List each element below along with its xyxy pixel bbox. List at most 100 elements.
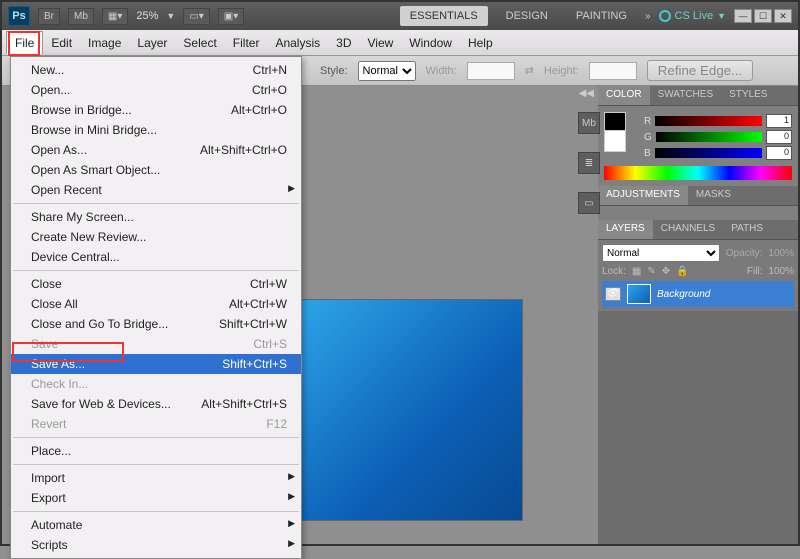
swap-icon: ⇄ — [525, 64, 534, 77]
tab-layers[interactable]: LAYERS — [598, 220, 653, 239]
width-label: Width: — [426, 65, 457, 77]
lock-position-icon[interactable]: ✥ — [662, 266, 670, 277]
r-value[interactable]: 1 — [766, 114, 792, 128]
blend-mode-select[interactable]: Normal — [602, 244, 720, 262]
menu-analysis[interactable]: Analysis — [267, 32, 328, 54]
minimize-button[interactable]: — — [734, 9, 752, 23]
g-value[interactable]: 0 — [766, 130, 792, 144]
lock-all-icon[interactable]: 🔒 — [676, 266, 688, 277]
menu-help[interactable]: Help — [460, 32, 501, 54]
visibility-icon[interactable]: 👁 — [605, 287, 621, 301]
opacity-label: Opacity: — [726, 248, 763, 259]
zoom-value[interactable]: 25% — [136, 10, 158, 22]
file-device-central[interactable]: Device Central... — [11, 247, 301, 267]
minibridge-panel-icon[interactable]: Mb — [578, 112, 600, 134]
separator — [13, 511, 299, 512]
file-close[interactable]: CloseCtrl+W — [11, 274, 301, 294]
menu-filter[interactable]: Filter — [225, 32, 268, 54]
tab-paths[interactable]: PATHS — [723, 220, 771, 239]
file-export[interactable]: Export — [11, 488, 301, 508]
panel-icon[interactable]: ▭ — [578, 192, 600, 214]
menu-edit[interactable]: Edit — [43, 32, 80, 54]
workspace-essentials[interactable]: ESSENTIALS — [400, 6, 488, 26]
menu-layer[interactable]: Layer — [129, 32, 175, 54]
file-browse-minibridge[interactable]: Browse in Mini Bridge... — [11, 120, 301, 140]
width-input — [467, 62, 515, 80]
menu-select[interactable]: Select — [175, 32, 224, 54]
workspace-design[interactable]: DESIGN — [496, 6, 558, 26]
history-panel-icon[interactable]: ≣ — [578, 152, 600, 174]
file-save-web[interactable]: Save for Web & Devices...Alt+Shift+Ctrl+… — [11, 394, 301, 414]
tab-adjustments[interactable]: ADJUSTMENTS — [598, 186, 688, 205]
lock-pixel-icon[interactable]: ✎ — [647, 266, 655, 277]
file-revert: RevertF12 — [11, 414, 301, 434]
file-close-all[interactable]: Close AllAlt+Ctrl+W — [11, 294, 301, 314]
file-open-as[interactable]: Open As...Alt+Shift+Ctrl+O — [11, 140, 301, 160]
cslive-button[interactable]: CS Live▼ — [659, 10, 726, 22]
bridge-button[interactable]: Br — [38, 8, 60, 25]
collapsed-panels: Mb ≣ ▭ — [578, 112, 604, 214]
color-panel: R1 G0 B0 — [598, 106, 798, 186]
lock-label: Lock: — [602, 266, 626, 277]
height-input — [589, 62, 637, 80]
background-swatch[interactable] — [604, 130, 626, 152]
workspace-more-icon[interactable]: » — [645, 11, 651, 22]
close-button[interactable]: ✕ — [774, 9, 792, 23]
file-share-screen[interactable]: Share My Screen... — [11, 207, 301, 227]
b-value[interactable]: 0 — [766, 146, 792, 160]
tab-styles[interactable]: STYLES — [721, 86, 775, 105]
tab-channels[interactable]: CHANNELS — [653, 220, 723, 239]
style-select[interactable]: Normal — [358, 61, 416, 81]
screen-mode-button[interactable]: ▣▾ — [218, 8, 244, 25]
minibridge-button[interactable]: Mb — [68, 8, 94, 25]
refine-edge-button[interactable]: Refine Edge... — [647, 60, 753, 81]
document-canvas[interactable] — [302, 300, 522, 520]
fill-value: 100% — [768, 266, 794, 277]
menu-image[interactable]: Image — [80, 32, 129, 54]
file-open[interactable]: Open...Ctrl+O — [11, 80, 301, 100]
separator — [13, 464, 299, 465]
style-label: Style: — [320, 65, 348, 77]
file-new[interactable]: New...Ctrl+N — [11, 60, 301, 80]
file-close-bridge[interactable]: Close and Go To Bridge...Shift+Ctrl+W — [11, 314, 301, 334]
file-scripts[interactable]: Scripts — [11, 535, 301, 555]
tab-color[interactable]: COLOR — [598, 86, 650, 105]
r-label: R — [644, 116, 651, 127]
menu-window[interactable]: Window — [401, 32, 460, 54]
lock-transparency-icon[interactable]: ▦ — [632, 266, 641, 277]
tab-swatches[interactable]: SWATCHES — [650, 86, 722, 105]
menu-file[interactable]: File — [6, 31, 43, 54]
file-new-review[interactable]: Create New Review... — [11, 227, 301, 247]
layer-background[interactable]: 👁 Background — [602, 281, 794, 307]
file-save-as[interactable]: Save As...Shift+Ctrl+S — [11, 354, 301, 374]
file-open-recent[interactable]: Open Recent — [11, 180, 301, 200]
photoshop-logo: Ps — [8, 6, 30, 26]
menubar: File Edit Image Layer Select Filter Anal… — [2, 30, 798, 56]
g-label: G — [644, 132, 652, 143]
file-import[interactable]: Import — [11, 468, 301, 488]
color-spectrum[interactable] — [604, 166, 792, 180]
r-slider[interactable] — [655, 116, 762, 126]
file-place[interactable]: Place... — [11, 441, 301, 461]
app-topbar: Ps Br Mb ▦▾ 25%▼ ▭▾ ▣▾ ESSENTIALS DESIGN… — [2, 2, 798, 30]
file-automate[interactable]: Automate — [11, 515, 301, 535]
fill-label: Fill: — [747, 266, 763, 277]
collapse-arrow-icon[interactable]: ◀◀ — [579, 88, 594, 99]
view-extras-button[interactable]: ▦▾ — [102, 8, 128, 25]
file-open-smart[interactable]: Open As Smart Object... — [11, 160, 301, 180]
height-label: Height: — [544, 65, 579, 77]
cslive-icon — [659, 10, 671, 22]
tab-masks[interactable]: MASKS — [688, 186, 739, 205]
menu-view[interactable]: View — [359, 32, 401, 54]
arrange-button[interactable]: ▭▾ — [183, 8, 209, 25]
file-browse-bridge[interactable]: Browse in Bridge...Alt+Ctrl+O — [11, 100, 301, 120]
maximize-button[interactable]: ☐ — [754, 9, 772, 23]
layer-thumbnail[interactable] — [627, 284, 651, 304]
workspace-painting[interactable]: PAINTING — [566, 6, 637, 26]
b-slider[interactable] — [655, 148, 762, 158]
g-slider[interactable] — [656, 132, 762, 142]
file-save: SaveCtrl+S — [11, 334, 301, 354]
separator — [13, 203, 299, 204]
menu-3d[interactable]: 3D — [328, 32, 359, 54]
separator — [13, 437, 299, 438]
